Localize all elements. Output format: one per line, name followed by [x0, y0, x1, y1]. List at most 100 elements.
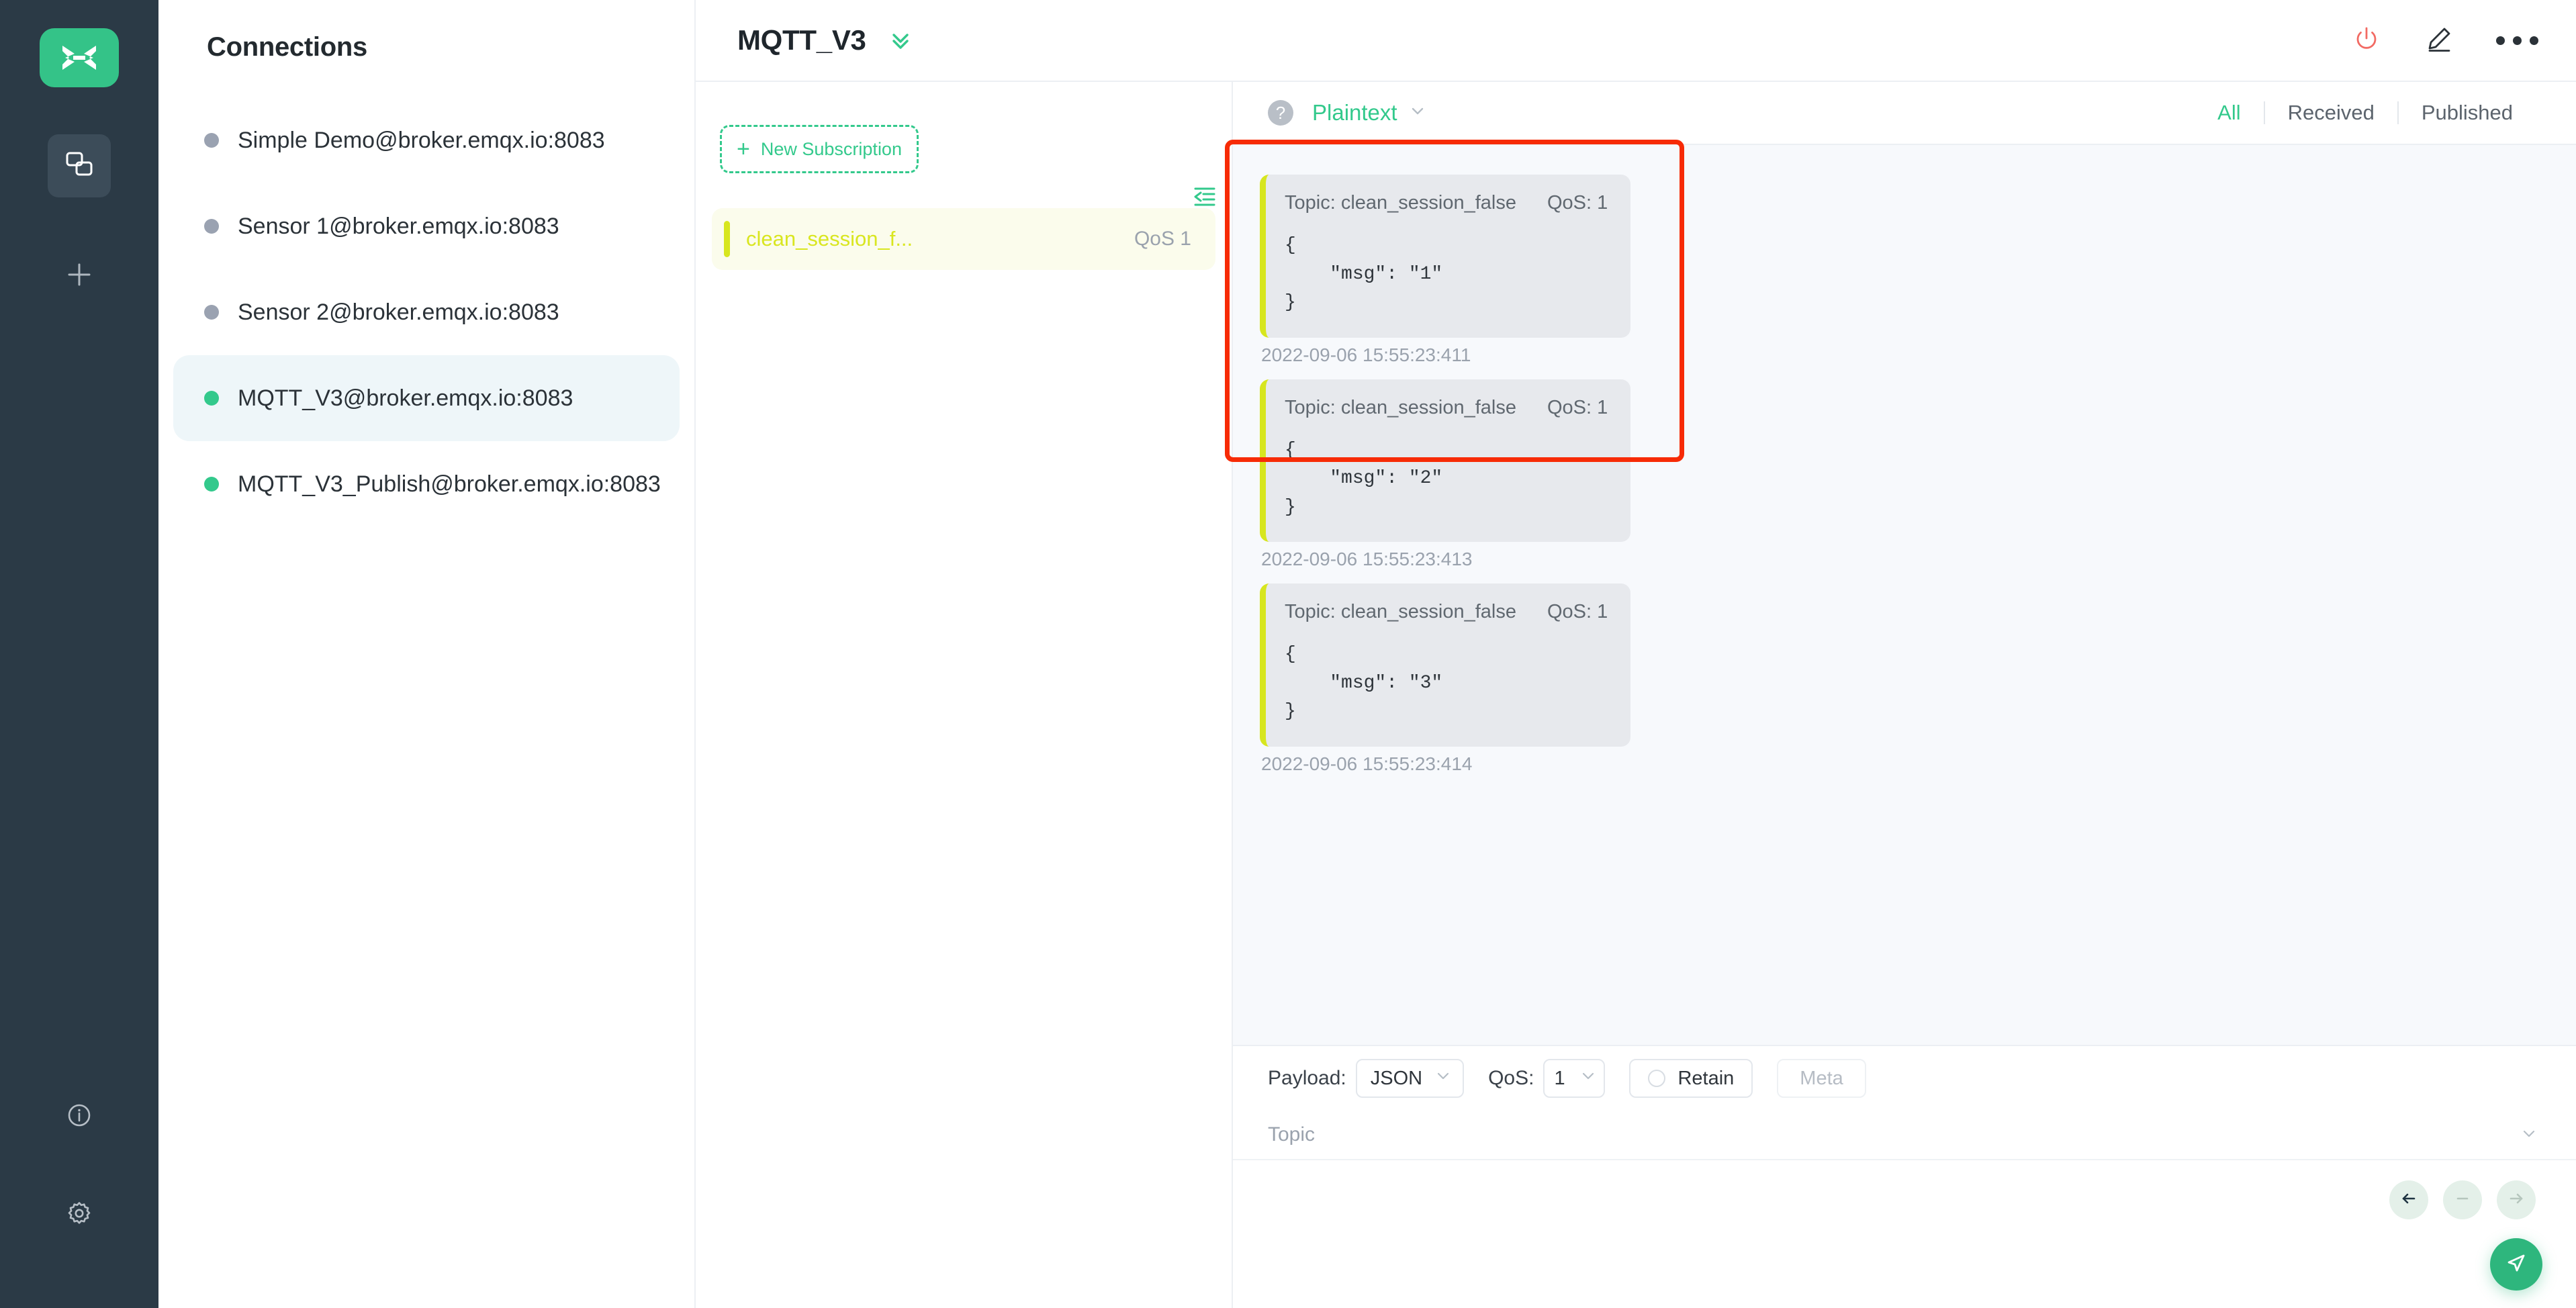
status-dot [204, 391, 219, 406]
sidebar-item-new-connection[interactable] [48, 244, 111, 308]
left-nav-rail [0, 0, 158, 1308]
message-scroll-area[interactable]: Topic: clean_session_false QoS: 1 { "msg… [1233, 144, 2576, 1045]
chevron-down-icon[interactable] [2520, 1124, 2538, 1146]
subscription-qos: QoS 1 [1134, 228, 1191, 250]
gear-icon [64, 1198, 95, 1232]
tab-received[interactable]: Received [2265, 101, 2397, 125]
subscription-color-bar [724, 221, 730, 257]
collapse-left-icon[interactable] [1189, 181, 1220, 212]
connections-list: Simple Demo@broker.emqx.io:8083 Sensor 1… [158, 97, 694, 527]
connection-item-mqtt-v3[interactable]: MQTT_V3@broker.emqx.io:8083 [173, 355, 680, 441]
next-message-button[interactable] [2497, 1180, 2536, 1219]
payload-editor[interactable] [1233, 1160, 2576, 1308]
windows-stack-icon [64, 149, 95, 183]
status-dot [204, 477, 219, 492]
new-subscription-label: New Subscription [760, 138, 902, 159]
status-dot [204, 305, 219, 320]
message-list: Topic: clean_session_false QoS: 1 { "msg… [1233, 175, 2576, 775]
status-dot [204, 219, 219, 234]
disconnect-button[interactable] [2351, 24, 2382, 58]
message-timestamp: 2022-09-06 15:55:23:413 [1261, 549, 1473, 570]
meta-button[interactable]: Meta [1777, 1059, 1866, 1098]
body-row: + New Subscription clean_session_f... Qo… [696, 82, 2576, 1308]
qos-label: QoS: [1488, 1067, 1534, 1089]
sidebar-item-settings[interactable] [48, 1183, 111, 1246]
publish-bar: Payload: JSON QoS: 1 Retain Meta Topic [1233, 1045, 2576, 1308]
message-topic: Topic: clean_session_false [1285, 601, 1516, 623]
connection-item-sensor-2[interactable]: Sensor 2@broker.emqx.io:8083 [173, 269, 680, 355]
payload-format-selector[interactable]: Plaintext [1312, 100, 1427, 126]
send-button[interactable] [2490, 1238, 2542, 1291]
rail-bottom-group [48, 1085, 111, 1281]
new-subscription-button[interactable]: + New Subscription [720, 125, 919, 173]
status-dot [204, 133, 219, 148]
payload-format-label: Plaintext [1312, 100, 1397, 125]
payload-label: Payload: [1268, 1067, 1346, 1089]
message-bubble[interactable]: Topic: clean_session_false QoS: 1 { "msg… [1260, 583, 1631, 747]
message-qos: QoS: 1 [1547, 396, 1608, 418]
connections-title: Connections [207, 32, 367, 62]
more-options-button[interactable] [2496, 36, 2538, 45]
publish-options-row: Payload: JSON QoS: 1 Retain Meta [1233, 1046, 2576, 1111]
connection-item-mqtt-v3-publish[interactable]: MQTT_V3_Publish@broker.emqx.io:8083 [173, 441, 680, 527]
help-icon[interactable]: ? [1268, 100, 1293, 126]
message-row: Topic: clean_session_false QoS: 1 { "msg… [1260, 583, 2576, 775]
chevron-down-icon [1434, 1067, 1452, 1090]
qos-value: 1 [1554, 1067, 1565, 1089]
sidebar-item-connections[interactable] [48, 134, 111, 197]
send-paper-plane-icon [2503, 1250, 2530, 1280]
message-filter-tabs: All Received Published [2195, 101, 2536, 125]
connection-label: Simple Demo@broker.emqx.io:8083 [238, 127, 605, 153]
retain-checkbox[interactable]: Retain [1629, 1059, 1753, 1098]
plus-icon [64, 259, 95, 293]
arrow-right-icon [2505, 1188, 2527, 1213]
payload-type-select[interactable]: JSON [1355, 1059, 1465, 1098]
connection-label: MQTT_V3@broker.emqx.io:8083 [238, 385, 573, 411]
qos-select[interactable]: 1 [1543, 1059, 1606, 1098]
tab-all[interactable]: All [2195, 101, 2263, 125]
message-payload: { "msg": "3" } [1285, 644, 1443, 722]
topic-input[interactable]: Topic [1268, 1123, 2520, 1146]
arrow-left-icon [2398, 1188, 2420, 1213]
message-row: Topic: clean_session_false QoS: 1 { "msg… [1260, 379, 2576, 571]
message-toolbar: ? Plaintext All Received Published [1233, 82, 2576, 144]
publish-topic-row: Topic [1233, 1111, 2576, 1160]
connection-label: Sensor 1@broker.emqx.io:8083 [238, 213, 559, 239]
message-row: Topic: clean_session_false QoS: 1 { "msg… [1260, 175, 2576, 366]
connection-item-sensor-1[interactable]: Sensor 1@broker.emqx.io:8083 [173, 183, 680, 269]
minus-icon [2452, 1188, 2473, 1213]
message-topic: Topic: clean_session_false [1285, 396, 1516, 418]
connection-topbar: MQTT_V3 [696, 0, 2576, 82]
prev-message-button[interactable] [2389, 1180, 2428, 1219]
tab-published[interactable]: Published [2399, 101, 2536, 125]
power-icon [2351, 24, 2382, 58]
message-bubble-header: Topic: clean_session_false QoS: 1 [1285, 192, 1608, 214]
info-circle-icon [64, 1100, 95, 1134]
radio-circle-icon [1648, 1070, 1666, 1087]
payload-type-value: JSON [1370, 1067, 1423, 1089]
edit-connection-button[interactable] [2424, 24, 2454, 58]
ellipsis-icon [2496, 36, 2538, 45]
message-bubble[interactable]: Topic: clean_session_false QoS: 1 { "msg… [1260, 175, 1631, 338]
subscription-item[interactable]: clean_session_f... QoS 1 [712, 208, 1215, 270]
double-chevron-down-icon[interactable] [886, 26, 915, 54]
connection-label: Sensor 2@broker.emqx.io:8083 [238, 299, 559, 325]
message-payload: { "msg": "1" } [1285, 235, 1443, 314]
message-timestamp: 2022-09-06 15:55:23:411 [1261, 344, 1471, 365]
mqttx-logo [40, 28, 119, 87]
connection-item-simple-demo[interactable]: Simple Demo@broker.emqx.io:8083 [173, 97, 680, 183]
message-bubble-header: Topic: clean_session_false QoS: 1 [1285, 601, 1608, 623]
message-bubble[interactable]: Topic: clean_session_false QoS: 1 { "msg… [1260, 379, 1631, 543]
message-payload: { "msg": "2" } [1285, 439, 1443, 518]
subscription-topic: clean_session_f... [746, 227, 913, 250]
message-qos: QoS: 1 [1547, 192, 1608, 214]
clear-button[interactable] [2443, 1180, 2482, 1219]
message-topic: Topic: clean_session_false [1285, 192, 1516, 214]
chevron-down-icon [1408, 100, 1427, 126]
chevron-down-icon [1579, 1067, 1597, 1090]
editor-nav-buttons [2389, 1180, 2536, 1219]
sidebar-item-about[interactable] [48, 1085, 111, 1148]
message-qos: QoS: 1 [1547, 601, 1608, 623]
pencil-icon [2424, 24, 2454, 58]
retain-label: Retain [1677, 1067, 1735, 1089]
